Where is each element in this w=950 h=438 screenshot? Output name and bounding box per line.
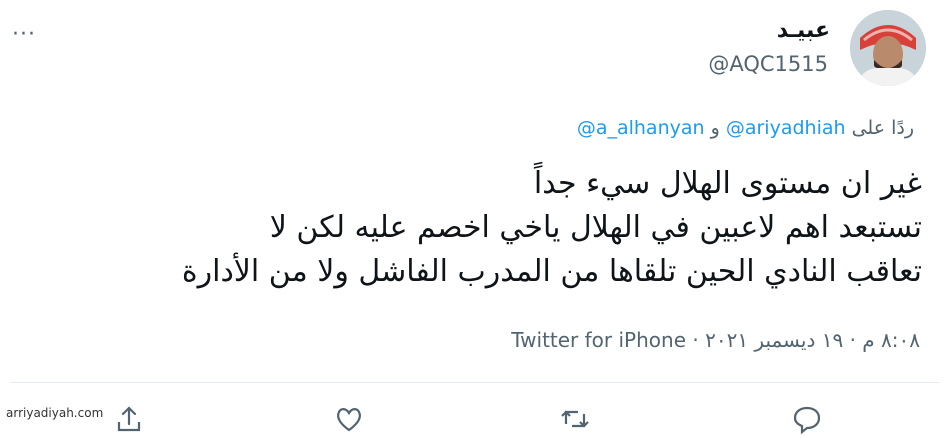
- avatar-image: [850, 10, 926, 86]
- meta-separator: ·: [686, 328, 699, 352]
- reply-icon[interactable]: [792, 404, 822, 435]
- share-icon[interactable]: [114, 404, 144, 434]
- reply-mention-alhanyan[interactable]: @a_alhanyan: [577, 117, 705, 139]
- tweet-line: تعاقب النادي الحين تلقاها من المدرب الفا…: [181, 254, 922, 289]
- retweet-icon[interactable]: [560, 404, 590, 434]
- tweet-meta: ٨:٠٨ م · ١٩ ديسمبر ٢٠٢١ · Twitter for iP…: [511, 328, 920, 352]
- author-name[interactable]: عبيـد: [777, 18, 830, 43]
- action-bar: [0, 400, 950, 435]
- reply-mention-ariyadhiah[interactable]: @ariyadhiah: [726, 117, 846, 139]
- more-options-icon[interactable]: ···: [12, 22, 36, 47]
- tweet-line: غير ان مستوى الهلال سيء جداً: [533, 166, 922, 201]
- reply-prefix: ردًا على: [851, 117, 914, 139]
- reply-joiner: و: [710, 117, 720, 139]
- tweet-timestamp[interactable]: ٨:٠٨ م · ١٩ ديسمبر ٢٠٢١: [705, 328, 920, 352]
- author-avatar[interactable]: [850, 10, 926, 86]
- like-icon[interactable]: [334, 404, 364, 434]
- site-watermark: arriyadiyah.com: [6, 406, 104, 420]
- replying-to-line: ردًا على @ariyadhiah و @a_alhanyan: [577, 117, 914, 139]
- author-handle[interactable]: @AQC1515: [708, 52, 828, 76]
- tweet-text: غير ان مستوى الهلال سيء جداً تستبعد اهم …: [22, 162, 922, 294]
- tweet-client[interactable]: Twitter for iPhone: [511, 328, 686, 352]
- tweet-header: عبيـد @AQC1515 ···: [0, 8, 950, 98]
- tweet-line: تستبعد اهم لاعبين في الهلال ياخي اخصم عل…: [269, 210, 922, 245]
- divider: [10, 382, 940, 383]
